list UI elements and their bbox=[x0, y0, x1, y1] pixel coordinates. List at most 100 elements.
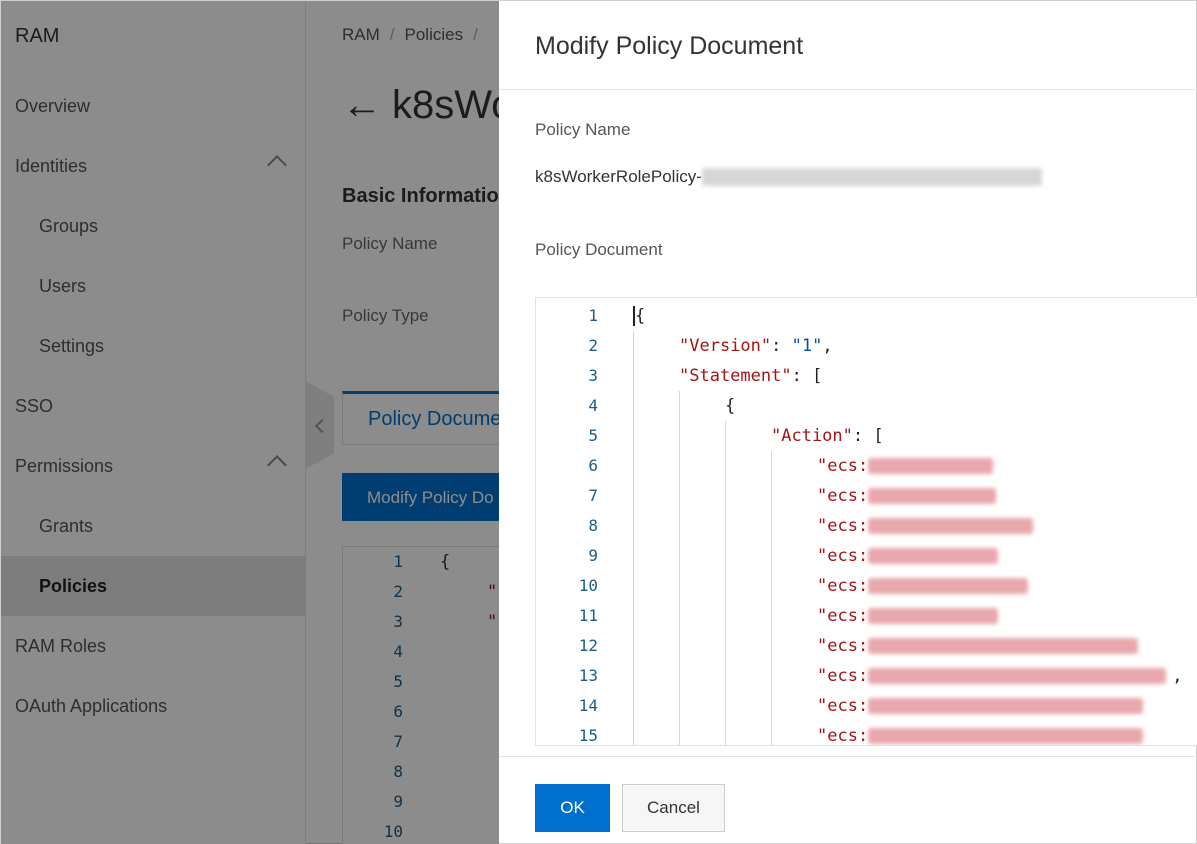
line-number: 8 bbox=[588, 516, 598, 535]
cancel-button[interactable]: Cancel bbox=[622, 784, 725, 832]
action-prefix: "ecs: bbox=[817, 726, 869, 746]
action-line: "ecs: bbox=[633, 481, 1197, 511]
indent-guide bbox=[725, 721, 726, 745]
code-line: { bbox=[633, 391, 1197, 421]
action-prefix: "ecs: bbox=[817, 516, 869, 536]
indent-guide bbox=[725, 691, 726, 721]
drawer-header: Modify Policy Document bbox=[499, 1, 1197, 90]
indent-guide bbox=[771, 661, 772, 691]
indent-guide bbox=[679, 481, 680, 511]
indent-guide bbox=[633, 691, 634, 721]
action-line: "ecs: bbox=[633, 571, 1197, 601]
indent-guide bbox=[771, 541, 772, 571]
indent-guide bbox=[771, 691, 772, 721]
action-prefix: "ecs: bbox=[817, 636, 869, 656]
redacted-action bbox=[868, 638, 1139, 654]
line-number: 10 bbox=[578, 576, 598, 595]
indent-guide bbox=[725, 421, 726, 451]
line-number: 13 bbox=[578, 666, 598, 685]
bracket: [ bbox=[873, 426, 884, 446]
modal-overlay[interactable] bbox=[1, 1, 500, 844]
action-prefix: "ecs: bbox=[817, 456, 869, 476]
indent-guide bbox=[679, 631, 680, 661]
comma: , bbox=[1172, 666, 1183, 686]
drawer-title: Modify Policy Document bbox=[535, 32, 804, 60]
code-brace: { bbox=[725, 396, 736, 416]
line-number: 3 bbox=[588, 366, 598, 385]
action-line: "ecs: bbox=[633, 601, 1197, 631]
version-value: "1" bbox=[791, 336, 823, 356]
policy-name-label: Policy Name bbox=[535, 120, 631, 139]
indent-guide bbox=[633, 541, 634, 571]
redacted-action bbox=[868, 488, 997, 504]
indent-guide bbox=[771, 511, 772, 541]
policy-document-editor[interactable]: 1 2 3 4 5 6 7 8 9 10 11 12 13 14 15 { "Version": "1", … bbox=[535, 297, 1197, 746]
indent-guide bbox=[725, 481, 726, 511]
action-line: "ecs: bbox=[633, 541, 1197, 571]
action-key: "Action" bbox=[771, 426, 853, 446]
action-line: "ecs: bbox=[633, 451, 1197, 481]
indent-guide bbox=[679, 421, 680, 451]
code-line: "Action": [ bbox=[633, 421, 1197, 451]
line-number: 15 bbox=[578, 726, 598, 745]
line-number: 1 bbox=[588, 306, 598, 325]
policy-name-text: k8sWorkerRolePolicy- bbox=[535, 167, 702, 186]
indent-guide bbox=[771, 631, 772, 661]
modify-policy-drawer: Modify Policy Document Policy Name k8sWo… bbox=[499, 0, 1197, 844]
indent-guide bbox=[771, 481, 772, 511]
code-brace: { bbox=[633, 306, 646, 326]
indent-guide bbox=[771, 451, 772, 481]
code-line: { bbox=[633, 301, 1197, 331]
indent-guide bbox=[633, 481, 634, 511]
action-list: "ecs: "ecs: "ecs: "ecs: "ecs: "ecs: "ecs: "ecs:… bbox=[633, 451, 1197, 746]
indent-guide bbox=[633, 451, 634, 481]
line-number: 7 bbox=[588, 486, 598, 505]
redacted-action bbox=[868, 668, 1167, 684]
action-prefix: "ecs: bbox=[817, 666, 869, 686]
action-prefix: "ecs: bbox=[817, 546, 869, 566]
code-line: "Version": "1", bbox=[633, 331, 1197, 361]
redacted-action bbox=[868, 458, 994, 474]
line-number: 2 bbox=[588, 336, 598, 355]
indent-guide bbox=[679, 601, 680, 631]
bracket: [ bbox=[812, 366, 823, 386]
indent-guide bbox=[679, 391, 680, 421]
indent-guide bbox=[679, 511, 680, 541]
ok-button[interactable]: OK bbox=[535, 784, 610, 832]
line-number: 12 bbox=[578, 636, 598, 655]
indent-guide bbox=[679, 571, 680, 601]
code-line: "Statement": [ bbox=[633, 361, 1197, 391]
indent-guide bbox=[633, 631, 634, 661]
redacted-action bbox=[868, 698, 1144, 714]
indent-guide bbox=[633, 361, 634, 391]
statement-key: "Statement" bbox=[679, 366, 792, 386]
indent-guide bbox=[633, 421, 634, 451]
drawer-footer: OK Cancel bbox=[499, 756, 1197, 844]
line-number: 11 bbox=[578, 606, 598, 625]
indent-guide bbox=[633, 511, 634, 541]
indent-guide bbox=[725, 451, 726, 481]
action-prefix: "ecs: bbox=[817, 576, 869, 596]
indent-guide bbox=[725, 511, 726, 541]
policy-name-value: k8sWorkerRolePolicy- bbox=[535, 167, 1042, 187]
indent-guide bbox=[771, 571, 772, 601]
line-number: 14 bbox=[578, 696, 598, 715]
action-prefix: "ecs: bbox=[817, 606, 869, 626]
indent-guide bbox=[633, 721, 634, 745]
action-prefix: "ecs: bbox=[817, 486, 869, 506]
action-line: "ecs: bbox=[633, 511, 1197, 541]
line-number: 9 bbox=[588, 546, 598, 565]
redacted-action bbox=[868, 548, 999, 564]
code-area[interactable]: { "Version": "1", "Statement": [ { "Acti… bbox=[633, 301, 1197, 746]
line-number-gutter: 1 2 3 4 5 6 7 8 9 10 11 12 13 14 15 bbox=[536, 301, 598, 745]
indent-guide bbox=[771, 601, 772, 631]
indent-guide bbox=[725, 661, 726, 691]
action-prefix: "ecs: bbox=[817, 696, 869, 716]
indent-guide bbox=[725, 601, 726, 631]
indent-guide bbox=[633, 331, 634, 361]
indent-guide bbox=[633, 391, 634, 421]
indent-guide bbox=[679, 451, 680, 481]
redacted-policy-id bbox=[701, 168, 1042, 186]
indent-guide bbox=[679, 691, 680, 721]
indent-guide bbox=[679, 661, 680, 691]
